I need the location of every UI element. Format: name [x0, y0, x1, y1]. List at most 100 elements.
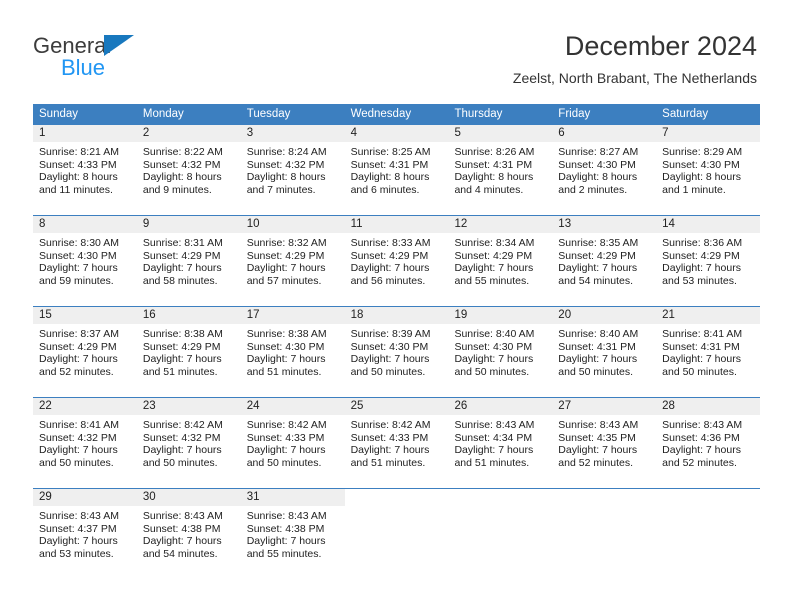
day-cell[interactable]: 12 Sunrise: 8:34 AM Sunset: 4:29 PM Dayl… [448, 216, 553, 306]
day-cell[interactable]: 23 Sunrise: 8:42 AM Sunset: 4:32 PM Dayl… [136, 398, 241, 488]
day-cell[interactable]: 27 Sunrise: 8:43 AM Sunset: 4:35 PM Dayl… [552, 398, 657, 488]
sunset-time: Sunset: 4:29 PM [558, 249, 636, 262]
day-number: 31 [240, 489, 345, 506]
day-cell[interactable]: 29 Sunrise: 8:43 AM Sunset: 4:37 PM Dayl… [33, 489, 137, 579]
day-cell[interactable]: 26 Sunrise: 8:43 AM Sunset: 4:34 PM Dayl… [448, 398, 553, 488]
day-cell[interactable]: 24 Sunrise: 8:42 AM Sunset: 4:33 PM Dayl… [240, 398, 345, 488]
week-row: 8 Sunrise: 8:30 AM Sunset: 4:30 PM Dayli… [33, 215, 761, 306]
day-cell[interactable]: 2 Sunrise: 8:22 AM Sunset: 4:32 PM Dayli… [136, 125, 241, 215]
daylight-duration: Daylight: 7 hours and 52 minutes. [39, 353, 118, 378]
sunset-time: Sunset: 4:32 PM [39, 431, 117, 444]
day-cell[interactable]: 3 Sunrise: 8:24 AM Sunset: 4:32 PM Dayli… [240, 125, 345, 215]
page-header: General Blue December 2024 Zeelst, North… [0, 0, 792, 100]
day-cell[interactable]: 7 Sunrise: 8:29 AM Sunset: 4:30 PM Dayli… [656, 125, 761, 215]
sunrise-time: Sunrise: 8:43 AM [454, 419, 535, 431]
sunrise-time: Sunrise: 8:30 AM [39, 237, 119, 249]
week-row: 22 Sunrise: 8:41 AM Sunset: 4:32 PM Dayl… [33, 397, 761, 488]
day-number: 1 [33, 125, 137, 142]
day-cell[interactable]: 31 Sunrise: 8:43 AM Sunset: 4:38 PM Dayl… [240, 489, 345, 579]
day-cell[interactable]: 30 Sunrise: 8:43 AM Sunset: 4:38 PM Dayl… [136, 489, 241, 579]
day-cell[interactable]: 18 Sunrise: 8:39 AM Sunset: 4:30 PM Dayl… [344, 307, 449, 397]
sunset-time: Sunset: 4:31 PM [662, 340, 740, 353]
sunrise-time: Sunrise: 8:41 AM [39, 419, 119, 431]
day-cell[interactable]: 15 Sunrise: 8:37 AM Sunset: 4:29 PM Dayl… [33, 307, 137, 397]
day-cell[interactable]: 13 Sunrise: 8:35 AM Sunset: 4:29 PM Dayl… [552, 216, 657, 306]
sunset-time: Sunset: 4:29 PM [246, 249, 325, 262]
brand-logo[interactable]: General Blue [33, 34, 273, 86]
day-details: Sunrise: 8:26 AM Sunset: 4:31 PM Dayligh… [448, 142, 552, 196]
day-cell[interactable]: 14 Sunrise: 8:36 AM Sunset: 4:29 PM Dayl… [656, 216, 761, 306]
day-number: 25 [344, 398, 449, 415]
day-number: 10 [240, 216, 345, 233]
day-details: Sunrise: 8:29 AM Sunset: 4:30 PM Dayligh… [656, 142, 760, 196]
day-cell[interactable]: 28 Sunrise: 8:43 AM Sunset: 4:36 PM Dayl… [656, 398, 761, 488]
day-number: 29 [33, 489, 137, 506]
daylight-duration: Daylight: 8 hours and 11 minutes. [39, 171, 118, 196]
daylight-duration: Daylight: 7 hours and 50 minutes. [39, 444, 118, 469]
daylight-duration: Daylight: 7 hours and 59 minutes. [39, 262, 118, 287]
sunset-time: Sunset: 4:32 PM [142, 431, 221, 444]
daylight-duration: Daylight: 7 hours and 53 minutes. [39, 535, 118, 560]
day-details: Sunrise: 8:27 AM Sunset: 4:30 PM Dayligh… [552, 142, 656, 196]
sunset-time: Sunset: 4:30 PM [662, 158, 740, 171]
sunrise-time: Sunrise: 8:41 AM [662, 328, 743, 340]
day-number: 2 [136, 125, 241, 142]
day-cell[interactable]: 11 Sunrise: 8:33 AM Sunset: 4:29 PM Dayl… [344, 216, 449, 306]
day-details: Sunrise: 8:33 AM Sunset: 4:29 PM Dayligh… [345, 233, 449, 287]
sunrise-time: Sunrise: 8:42 AM [350, 419, 431, 431]
day-details: Sunrise: 8:36 AM Sunset: 4:29 PM Dayligh… [656, 233, 760, 287]
day-details: Sunrise: 8:43 AM Sunset: 4:37 PM Dayligh… [33, 506, 137, 560]
day-details: Sunrise: 8:42 AM Sunset: 4:33 PM Dayligh… [345, 415, 449, 469]
day-number [656, 489, 761, 506]
weekday-header-row: Sunday Monday Tuesday Wednesday Thursday… [33, 104, 760, 125]
day-cell[interactable]: 1 Sunrise: 8:21 AM Sunset: 4:33 PM Dayli… [33, 125, 137, 215]
sunrise-time: Sunrise: 8:43 AM [246, 510, 327, 522]
day-details: Sunrise: 8:38 AM Sunset: 4:30 PM Dayligh… [241, 324, 345, 378]
day-cell[interactable]: 6 Sunrise: 8:27 AM Sunset: 4:30 PM Dayli… [552, 125, 657, 215]
daylight-duration: Daylight: 7 hours and 54 minutes. [558, 262, 638, 287]
day-number: 18 [344, 307, 449, 324]
day-cell[interactable]: 4 Sunrise: 8:25 AM Sunset: 4:31 PM Dayli… [344, 125, 449, 215]
day-number [448, 489, 553, 506]
day-cell[interactable]: 22 Sunrise: 8:41 AM Sunset: 4:32 PM Dayl… [33, 398, 137, 488]
daylight-duration: Daylight: 8 hours and 4 minutes. [454, 171, 534, 196]
daylight-duration: Daylight: 7 hours and 50 minutes. [662, 353, 741, 378]
day-cell[interactable]: 19 Sunrise: 8:40 AM Sunset: 4:30 PM Dayl… [448, 307, 553, 397]
day-cell[interactable]: 10 Sunrise: 8:32 AM Sunset: 4:29 PM Dayl… [240, 216, 345, 306]
daylight-duration: Daylight: 7 hours and 55 minutes. [246, 535, 326, 560]
day-cell[interactable]: 5 Sunrise: 8:26 AM Sunset: 4:31 PM Dayli… [448, 125, 553, 215]
sunset-time: Sunset: 4:38 PM [246, 522, 325, 535]
day-number: 13 [552, 216, 657, 233]
day-number: 12 [448, 216, 553, 233]
day-details: Sunrise: 8:37 AM Sunset: 4:29 PM Dayligh… [33, 324, 137, 378]
day-number: 24 [240, 398, 345, 415]
day-details: Sunrise: 8:42 AM Sunset: 4:32 PM Dayligh… [137, 415, 241, 469]
day-details: Sunrise: 8:21 AM Sunset: 4:33 PM Dayligh… [33, 142, 137, 196]
sunset-time: Sunset: 4:32 PM [142, 158, 221, 171]
day-details: Sunrise: 8:30 AM Sunset: 4:30 PM Dayligh… [33, 233, 137, 287]
day-details: Sunrise: 8:34 AM Sunset: 4:29 PM Dayligh… [448, 233, 552, 287]
sunrise-time: Sunrise: 8:42 AM [142, 419, 223, 431]
day-cell[interactable]: 21 Sunrise: 8:41 AM Sunset: 4:31 PM Dayl… [656, 307, 761, 397]
day-number: 3 [240, 125, 345, 142]
day-cell[interactable]: 8 Sunrise: 8:30 AM Sunset: 4:30 PM Dayli… [33, 216, 137, 306]
day-number [344, 489, 449, 506]
day-cell[interactable]: 20 Sunrise: 8:40 AM Sunset: 4:31 PM Dayl… [552, 307, 657, 397]
day-cell[interactable]: 16 Sunrise: 8:38 AM Sunset: 4:29 PM Dayl… [136, 307, 241, 397]
daylight-duration: Daylight: 7 hours and 51 minutes. [350, 444, 430, 469]
sunrise-time: Sunrise: 8:25 AM [350, 146, 431, 158]
day-cell[interactable]: 9 Sunrise: 8:31 AM Sunset: 4:29 PM Dayli… [136, 216, 241, 306]
sunrise-time: Sunrise: 8:27 AM [558, 146, 639, 158]
weekday-header-saturday: Saturday [662, 108, 709, 120]
day-number: 23 [136, 398, 241, 415]
daylight-duration: Daylight: 7 hours and 53 minutes. [662, 262, 741, 287]
day-number: 26 [448, 398, 553, 415]
day-number: 11 [344, 216, 449, 233]
sunrise-time: Sunrise: 8:21 AM [39, 146, 119, 158]
day-details: Sunrise: 8:43 AM Sunset: 4:36 PM Dayligh… [656, 415, 760, 469]
daylight-duration: Daylight: 8 hours and 6 minutes. [350, 171, 430, 196]
sunrise-time: Sunrise: 8:24 AM [246, 146, 327, 158]
day-cell[interactable]: 17 Sunrise: 8:38 AM Sunset: 4:30 PM Dayl… [240, 307, 345, 397]
day-cell[interactable]: 25 Sunrise: 8:42 AM Sunset: 4:33 PM Dayl… [344, 398, 449, 488]
day-number: 7 [656, 125, 761, 142]
